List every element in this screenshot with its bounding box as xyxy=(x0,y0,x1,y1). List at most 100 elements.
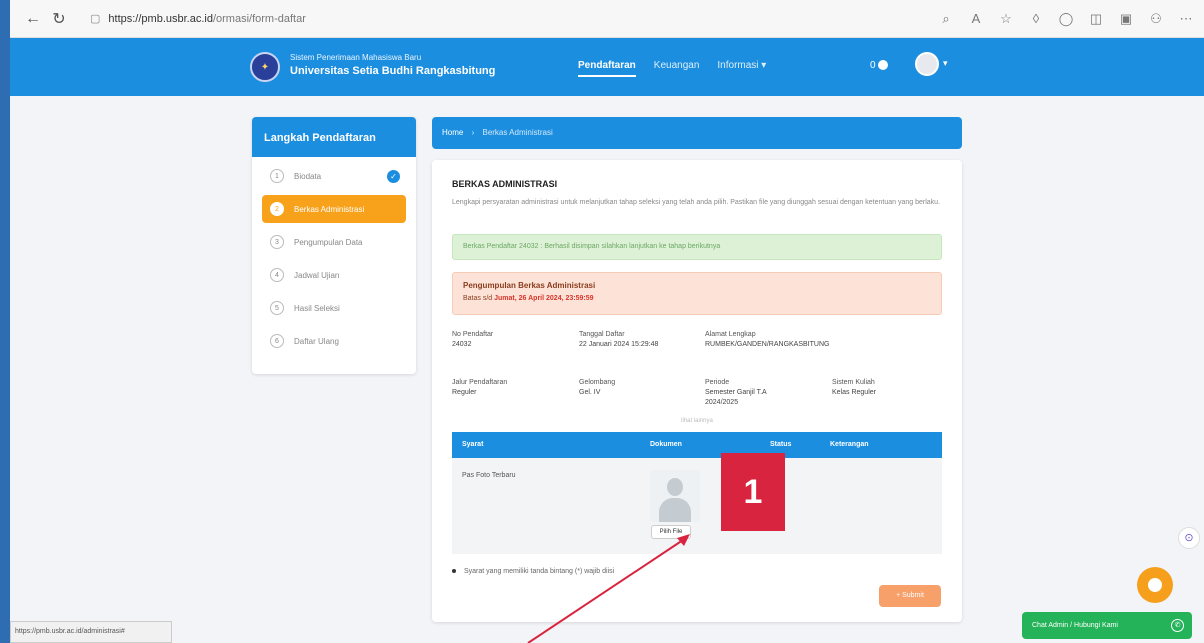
info-no-pendaftar: No Pendaftar 24032 xyxy=(452,330,493,350)
sidebar-item-biodata[interactable]: 1 Biodata ✓ xyxy=(262,162,406,190)
whatsapp-chat-button[interactable]: Chat Admin / Hubungi Kami ✆ xyxy=(1022,612,1192,639)
required-note: Syarat yang memiliki tanda bintang (*) w… xyxy=(452,568,614,575)
whatsapp-icon: ✆ xyxy=(1171,619,1184,632)
table-row: Pas Foto Terbaru Pilih File xyxy=(452,458,942,554)
profile-icon[interactable]: ⚇ xyxy=(1148,11,1164,27)
info-value: Kelas Reguler xyxy=(832,389,876,396)
page-description: Lengkapi persyaratan administrasi untuk … xyxy=(452,199,940,206)
extension-icon[interactable]: ◯ xyxy=(1058,11,1074,27)
choose-file-button[interactable]: Pilih File xyxy=(651,525,691,539)
step-number-badge: 1 xyxy=(721,453,785,531)
info-label: Alamat Lengkap xyxy=(705,331,756,338)
collections-icon[interactable]: ▣ xyxy=(1118,11,1134,27)
step-number: 6 xyxy=(270,334,284,348)
sidebar-item-berkas[interactable]: 2 Berkas Administrasi xyxy=(262,195,406,223)
col-syarat: Syarat xyxy=(462,441,484,448)
deadline-date: Jumat, 26 April 2024, 23:59:59 xyxy=(494,295,594,302)
info-value: Semester Ganjil T.A 2024/2025 xyxy=(705,389,767,406)
sidebar-item-pengumpulan[interactable]: 3 Pengumpulan Data xyxy=(262,228,406,256)
sidebar-item-jadwal[interactable]: 4 Jadwal Ujian xyxy=(262,261,406,289)
sidebar-item-daftar-ulang[interactable]: 6 Daftar Ulang xyxy=(262,327,406,355)
steps-sidebar: Langkah Pendaftaran 1 Biodata ✓ 2 Berkas… xyxy=(252,117,416,374)
lock-icon: ▢ xyxy=(90,13,101,25)
star-icon[interactable]: ☆ xyxy=(998,11,1014,27)
brand-subtitle: Sistem Penerimaan Mahasiswa Baru xyxy=(290,53,422,62)
info-value: Gel. IV xyxy=(579,389,601,396)
split-screen-icon[interactable]: ◫ xyxy=(1088,11,1104,27)
nav-keuangan[interactable]: Keuangan xyxy=(654,60,700,77)
sidebar-item-label: Berkas Administrasi xyxy=(294,204,365,214)
page-title: BERKAS ADMINISTRASI xyxy=(452,179,558,189)
browser-actions: ⌕ A ☆ ◊ ◯ ◫ ▣ ⚇ ⋯ xyxy=(938,11,1194,27)
deadline-alert: Pengumpulan Berkas Administrasi Batas s/… xyxy=(452,272,942,315)
row-syarat: Pas Foto Terbaru xyxy=(462,472,516,479)
university-logo-icon: ✦ xyxy=(250,52,280,82)
step-number: 5 xyxy=(270,301,284,315)
avatar[interactable] xyxy=(915,52,939,76)
info-sistem-kuliah: Sistem Kuliah Kelas Reguler xyxy=(832,378,876,398)
sidebar-item-hasil[interactable]: 5 Hasil Seleksi xyxy=(262,294,406,322)
note-text: Syarat yang memiliki tanda bintang (*) w… xyxy=(464,568,615,575)
sidebar-item-label: Jadwal Ujian xyxy=(294,270,340,280)
success-alert: Berkas Pendaftar 24032 : Berhasil disimp… xyxy=(452,234,942,260)
read-aloud-icon[interactable]: A xyxy=(968,11,984,27)
brand: Sistem Penerimaan Mahasiswa Baru Univers… xyxy=(290,53,495,77)
sidebar-item-label: Pengumpulan Data xyxy=(294,237,363,247)
status-bar-url: https://pmb.usbr.ac.id/administrasi# xyxy=(10,621,172,643)
breadcrumb-separator: › xyxy=(471,128,475,137)
info-gelombang: Gelombang Gel. IV xyxy=(579,378,615,398)
nav-pendaftaran[interactable]: Pendaftaran xyxy=(578,60,636,77)
info-alamat: Alamat Lengkap RUMBEK/GANDEN/RANGKASBITU… xyxy=(705,330,829,350)
chat-bubble-button[interactable] xyxy=(1137,567,1173,603)
main-card: BERKAS ADMINISTRASI Lengkapi persyaratan… xyxy=(432,160,962,622)
deadline-prefix: Batas s/d xyxy=(463,295,493,302)
info-label: Sistem Kuliah xyxy=(832,379,875,386)
step-number: 3 xyxy=(270,235,284,249)
info-value: RUMBEK/GANDEN/RANGKASBITUNG xyxy=(705,341,830,348)
accessibility-icon[interactable]: ⊙ xyxy=(1178,527,1200,549)
submit-button[interactable]: + Submit xyxy=(879,585,941,607)
more-icon[interactable]: ⋯ xyxy=(1178,11,1194,27)
browser-window: ← ↻ ▢ https://pmb.usbr.ac.id /ormasi/for… xyxy=(10,0,1204,643)
browser-toolbar: ← ↻ ▢ https://pmb.usbr.ac.id /ormasi/for… xyxy=(10,0,1204,38)
col-status: Status xyxy=(770,441,792,448)
bullet-icon xyxy=(452,569,456,574)
breadcrumb-current: Berkas Administrasi xyxy=(482,128,553,137)
deadline-text: Batas s/d Jumat, 26 April 2024, 23:59:59 xyxy=(463,295,931,302)
breadcrumb: Home › Berkas Administrasi xyxy=(432,117,962,149)
step-number: 2 xyxy=(270,202,284,216)
address-bar[interactable]: ▢ https://pmb.usbr.ac.id /ormasi/form-da… xyxy=(90,7,306,31)
check-icon: ✓ xyxy=(387,169,400,183)
sidebar-item-label: Hasil Seleksi xyxy=(294,303,340,313)
nav-informasi[interactable]: Informasi ▾ xyxy=(717,60,766,77)
arrow-left-icon[interactable]: ← xyxy=(20,7,46,31)
info-label: Jalur Pendaftaran xyxy=(452,379,508,386)
col-dokumen: Dokumen xyxy=(650,441,682,448)
sidebar-title: Langkah Pendaftaran xyxy=(252,117,416,157)
step-number: 1 xyxy=(270,169,284,183)
app-header: ✦ Sistem Penerimaan Mahasiswa Baru Unive… xyxy=(10,38,1204,96)
info-value: Reguler xyxy=(452,389,477,396)
top-nav: Pendaftaran Keuangan Informasi ▾ xyxy=(578,60,766,77)
info-jalur: Jalur Pendaftaran Reguler xyxy=(452,378,507,398)
requirements-table: Syarat Dokumen Status Keterangan Pas Fot… xyxy=(452,432,942,554)
info-value: 24032 xyxy=(452,341,472,348)
notification-count: 0 xyxy=(870,60,876,71)
info-periode: Periode Semester Ganjil T.A 2024/2025 xyxy=(705,378,795,408)
chevron-down-icon[interactable]: ▾ xyxy=(943,58,948,69)
notification-bell[interactable]: 0 xyxy=(870,60,888,71)
info-label: Periode xyxy=(705,379,730,386)
table-header: Syarat Dokumen Status Keterangan xyxy=(452,432,942,458)
url-host: https://pmb.usbr.ac.id xyxy=(108,12,213,25)
more-link[interactable]: lihat lainnya xyxy=(432,418,962,424)
col-keterangan: Keterangan xyxy=(830,441,869,448)
brand-title: Universitas Setia Budhi Rangkasbitung xyxy=(290,65,496,77)
zoom-icon[interactable]: ⌕ xyxy=(938,11,954,27)
step-number: 4 xyxy=(270,268,284,282)
chat-icon xyxy=(1148,578,1162,592)
shield-icon[interactable]: ◊ xyxy=(1028,11,1044,27)
sidebar-item-label: Biodata xyxy=(294,171,322,181)
breadcrumb-home[interactable]: Home xyxy=(442,128,463,137)
reload-icon[interactable]: ↻ xyxy=(46,7,72,31)
info-label: Tanggal Daftar xyxy=(579,331,625,338)
